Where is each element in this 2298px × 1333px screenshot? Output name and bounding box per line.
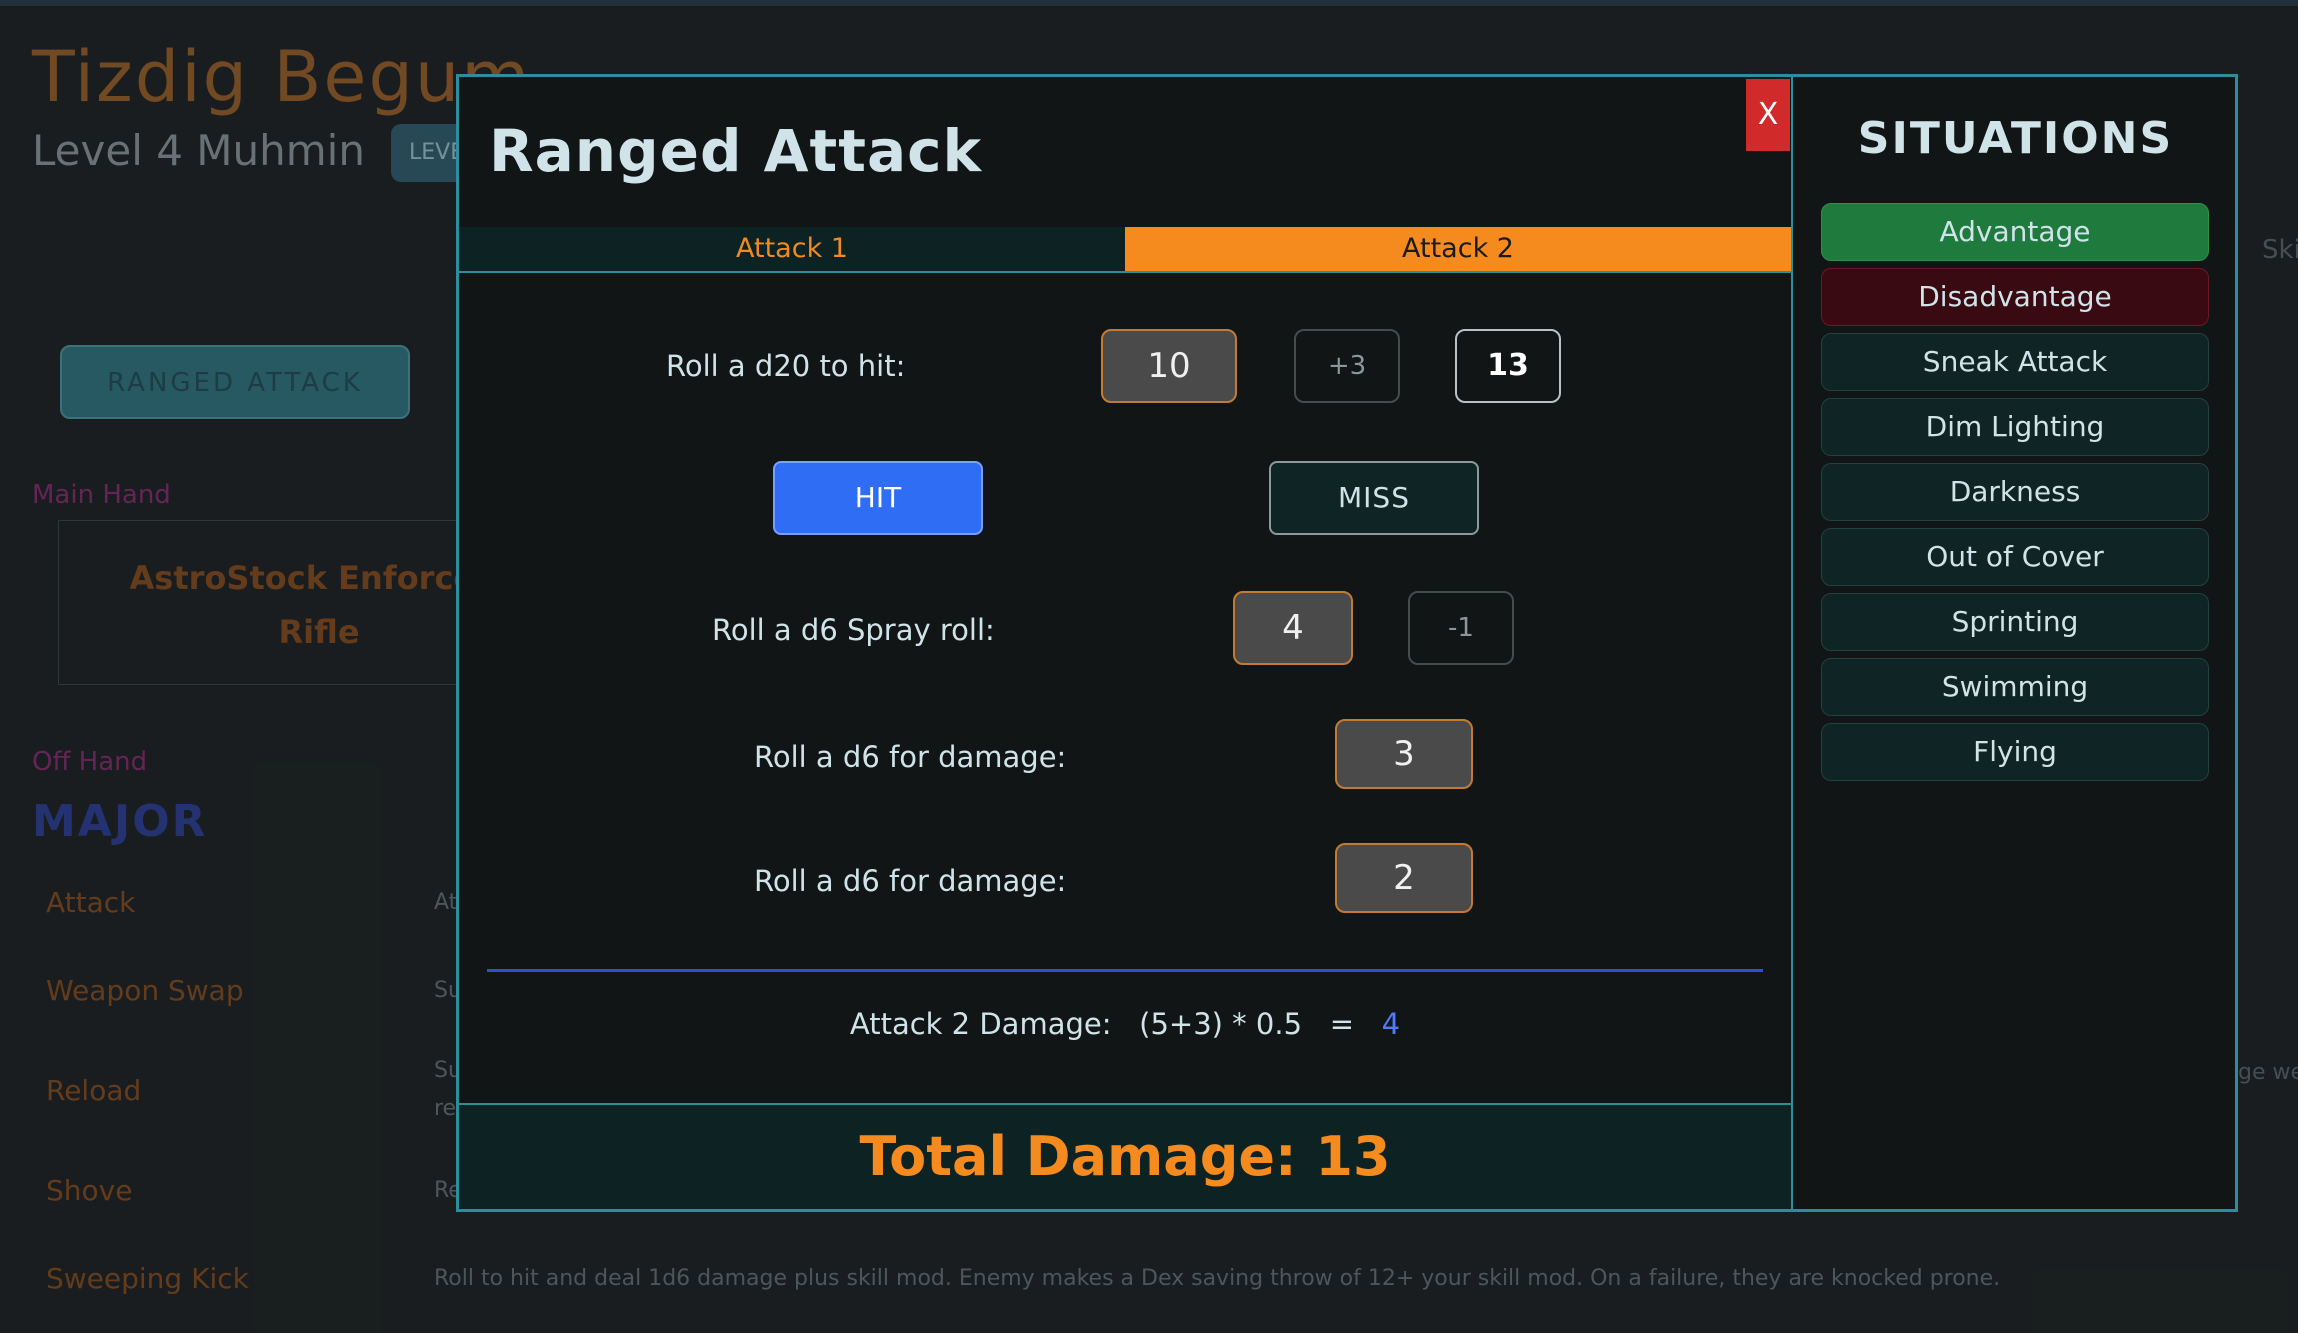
- damage-divider: [487, 969, 1763, 972]
- close-button[interactable]: X: [1746, 79, 1790, 151]
- situation-swimming[interactable]: Swimming: [1821, 658, 2209, 716]
- situation-darkness[interactable]: Darkness: [1821, 463, 2209, 521]
- situation-flying[interactable]: Flying: [1821, 723, 2209, 781]
- attack-tabs: Attack 1 Attack 2: [459, 227, 1791, 273]
- situation-dim-lighting[interactable]: Dim Lighting: [1821, 398, 2209, 456]
- situation-out-of-cover[interactable]: Out of Cover: [1821, 528, 2209, 586]
- formula-result: 4: [1381, 1007, 1401, 1041]
- miss-button[interactable]: MISS: [1269, 461, 1479, 535]
- tab-attack-2[interactable]: Attack 2: [1125, 227, 1791, 271]
- modal-title: Ranged Attack: [489, 117, 983, 185]
- to-hit-label: Roll a d20 to hit:: [666, 349, 906, 383]
- situation-disadvantage[interactable]: Disadvantage: [1821, 268, 2209, 326]
- formula-equals: =: [1329, 1007, 1354, 1041]
- total-damage: Total Damage: 13: [859, 1125, 1391, 1188]
- spray-roll-value[interactable]: 4: [1233, 591, 1353, 665]
- situation-sneak-attack[interactable]: Sneak Attack: [1821, 333, 2209, 391]
- situations-title: SITUATIONS: [1857, 113, 2174, 164]
- situation-advantage[interactable]: Advantage: [1821, 203, 2209, 261]
- damage-roll-2-value[interactable]: 2: [1335, 843, 1473, 913]
- d20-roll-value[interactable]: 10: [1101, 329, 1237, 403]
- to-hit-total: 13: [1455, 329, 1561, 403]
- tab-attack-1[interactable]: Attack 1: [459, 227, 1125, 271]
- formula-label: Attack 2 Damage:: [849, 1007, 1112, 1041]
- formula-expression: (5+3) * 0.5: [1139, 1007, 1303, 1041]
- damage-roll-1-label: Roll a d6 for damage:: [754, 740, 1067, 774]
- spray-roll-label: Roll a d6 Spray roll:: [712, 613, 995, 647]
- damage-roll-1-value[interactable]: 3: [1335, 719, 1473, 789]
- situation-sprinting[interactable]: Sprinting: [1821, 593, 2209, 651]
- damage-roll-2-label: Roll a d6 for damage:: [754, 864, 1067, 898]
- hit-button[interactable]: HIT: [773, 461, 983, 535]
- total-damage-bar: Total Damage: 13: [459, 1103, 1791, 1209]
- spray-modifier: -1: [1408, 591, 1514, 665]
- attack-panel: Ranged Attack X Attack 1 Attack 2 Roll a…: [459, 77, 1793, 1209]
- to-hit-modifier: +3: [1294, 329, 1400, 403]
- ranged-attack-modal: Ranged Attack X Attack 1 Attack 2 Roll a…: [456, 74, 2238, 1212]
- damage-formula: Attack 2 Damage: (5+3) * 0.5 = 4: [459, 1007, 1791, 1041]
